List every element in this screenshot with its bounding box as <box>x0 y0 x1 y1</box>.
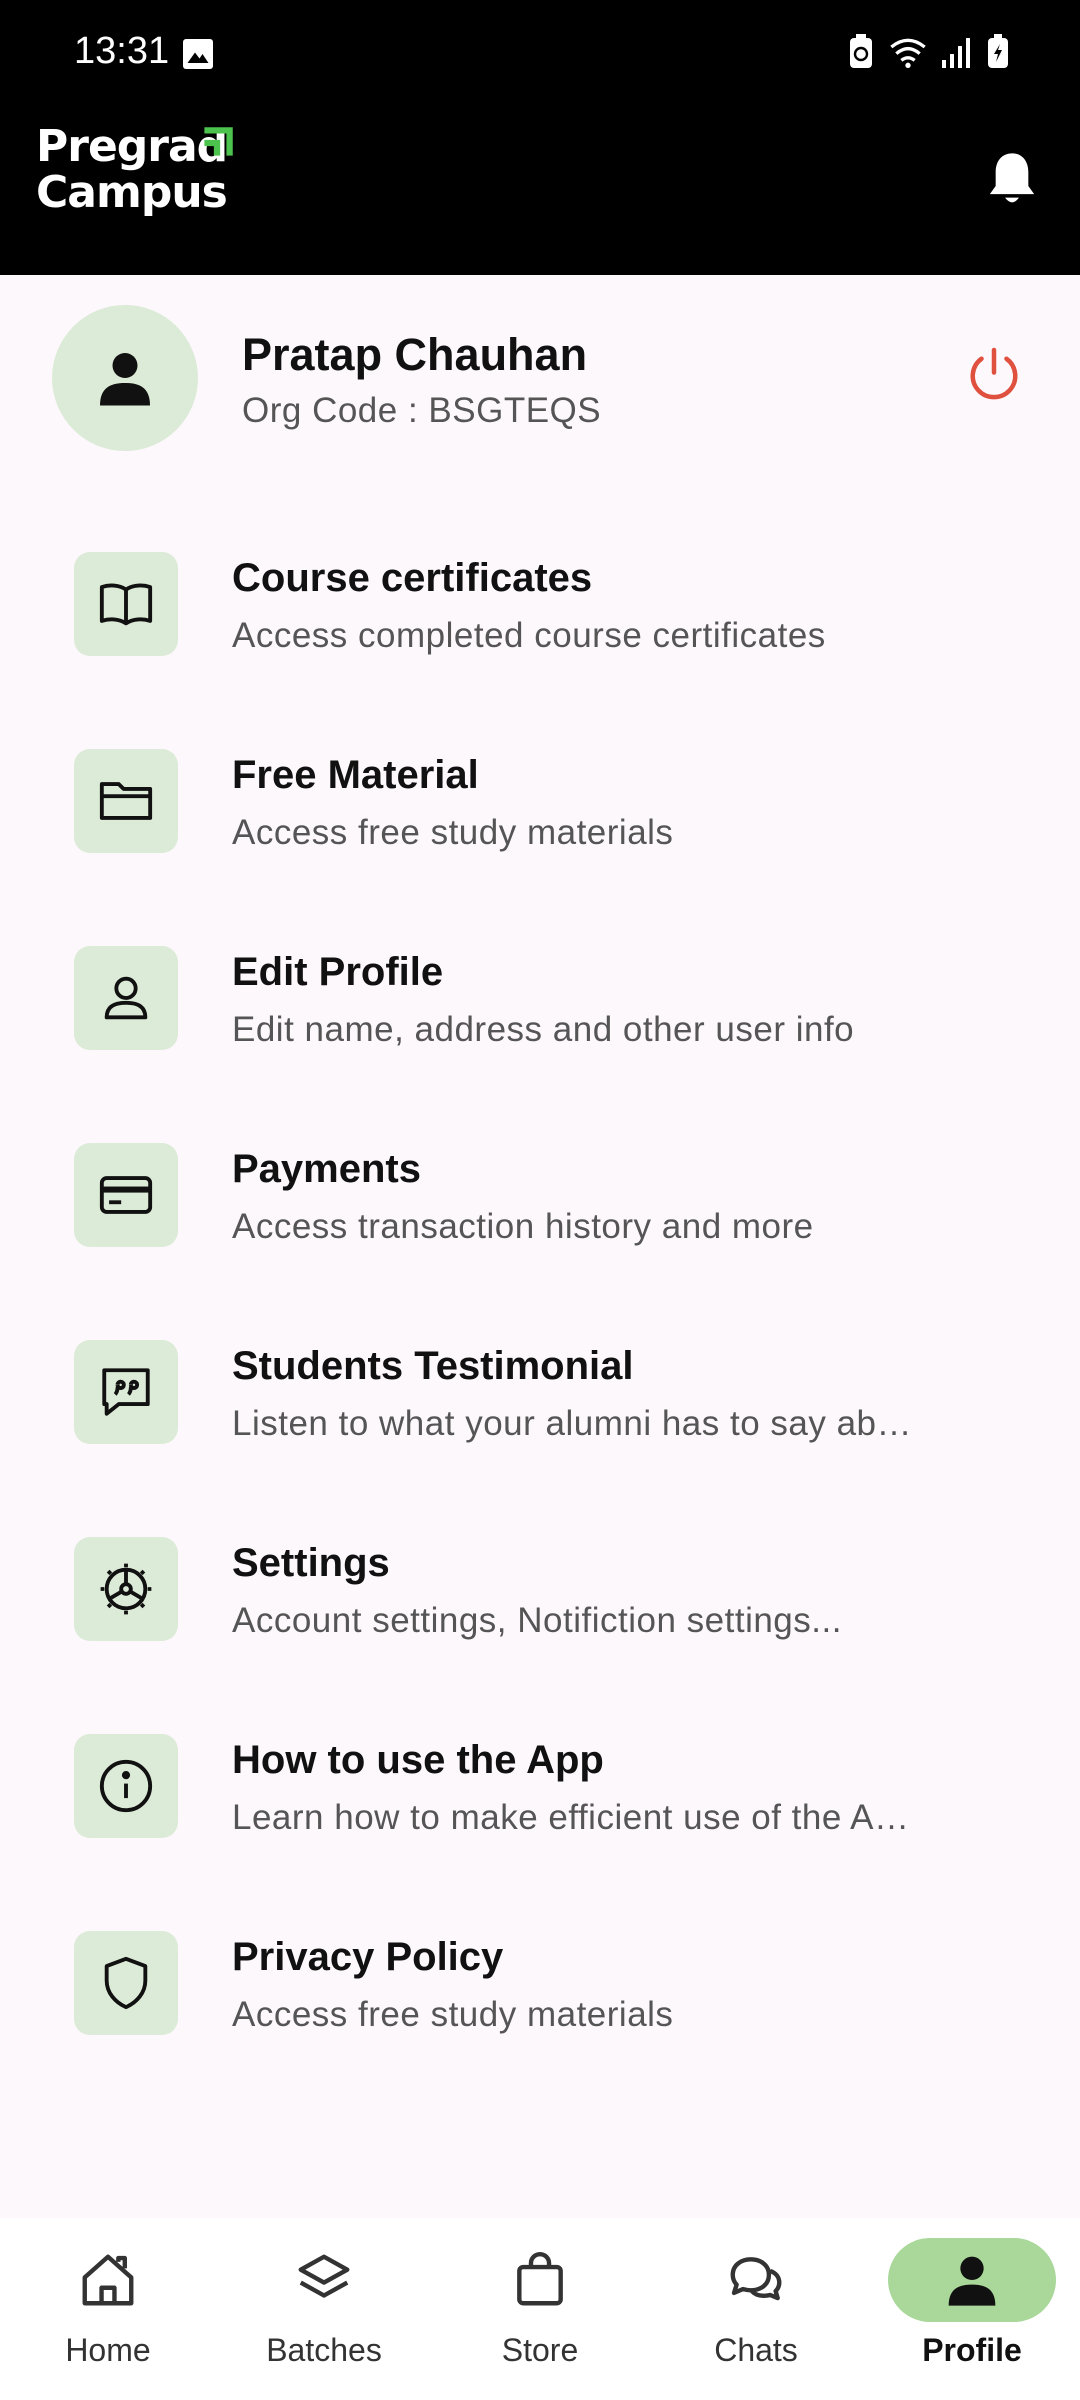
menu-item-subtitle: Access free study materials <box>232 813 674 852</box>
menu-item-subtitle: Access completed course certificates <box>232 616 826 655</box>
chats-icon <box>730 2257 782 2301</box>
logo-line2: Campus <box>36 167 228 218</box>
menu-item-title: How to use the App <box>232 1738 604 1782</box>
menu-item-course-certificates[interactable]: Course certificates Access completed cou… <box>0 520 1080 670</box>
info-icon <box>74 1734 178 1838</box>
folder-icon <box>74 749 178 853</box>
profile-name: Pratap Chauhan <box>242 329 588 380</box>
shield-icon <box>74 1931 178 2035</box>
menu-item-subtitle: Learn how to make efficient use of the A… <box>232 1798 910 1837</box>
menu-item-subtitle: Account settings, Notifiction settings..… <box>232 1601 842 1640</box>
wifi-icon <box>890 38 926 68</box>
nav-label: Batches <box>266 2332 382 2368</box>
avatar[interactable] <box>52 305 198 451</box>
nav-label: Chats <box>714 2332 798 2368</box>
settings-icon <box>74 1537 178 1641</box>
menu-item-title: Free Material <box>232 753 479 797</box>
signal-icon <box>942 38 970 68</box>
nav-store[interactable]: Store <box>432 2218 648 2400</box>
menu-item-title: Privacy Policy <box>232 1935 504 1979</box>
nav-pill <box>672 2238 840 2322</box>
status-time: 13:31 <box>74 30 170 72</box>
battery-charging-icon <box>988 34 1008 68</box>
menu-item-subtitle: Listen to what your alumni has to say ab… <box>232 1404 913 1443</box>
nav-pill <box>456 2238 624 2322</box>
nav-label: Home <box>65 2332 151 2368</box>
logo-arrow-mark <box>204 127 233 156</box>
home-icon <box>82 2254 134 2306</box>
card-icon <box>74 1143 178 1247</box>
menu-item-title: Course certificates <box>232 556 593 600</box>
menu-item-title: Edit Profile <box>232 950 444 994</box>
nav-home[interactable]: Home <box>0 2218 216 2400</box>
gallery-notification-icon <box>183 39 213 69</box>
menu-item-title: Payments <box>232 1147 421 1191</box>
nav-pill <box>240 2238 408 2322</box>
nav-label: Store <box>501 2332 579 2368</box>
bottom-navigation: Home Batches Store Chats Profile <box>0 2218 1080 2400</box>
layers-icon <box>298 2254 350 2298</box>
battery-saver-icon <box>850 34 872 68</box>
person-avatar-icon <box>100 353 150 406</box>
menu-item-title: Students Testimonial <box>232 1344 634 1388</box>
menu-item-title: Settings <box>232 1541 390 1585</box>
menu-item-edit-profile[interactable]: Edit Profile Edit name, address and othe… <box>0 914 1080 1064</box>
pregrad-campus-logo: Pregrad Campus <box>36 124 233 218</box>
nav-batches[interactable]: Batches <box>216 2218 432 2400</box>
profile-icon <box>948 2256 996 2306</box>
bag-icon <box>517 2251 563 2306</box>
menu-item-students-testimonial[interactable]: Students Testimonial Listen to what your… <box>0 1308 1080 1458</box>
menu-item-settings[interactable]: Settings Account settings, Notifiction s… <box>0 1505 1080 1655</box>
nav-label: Profile <box>922 2332 1022 2368</box>
book-icon <box>74 552 178 656</box>
menu-item-subtitle: Access transaction history and more <box>232 1207 814 1246</box>
nav-chats[interactable]: Chats <box>648 2218 864 2400</box>
menu-item-how-to-use[interactable]: How to use the App Learn how to make eff… <box>0 1702 1080 1852</box>
top-app-bar: 13:31 Pregrad Campus <box>0 0 1080 275</box>
quote-chat-icon <box>74 1340 178 1444</box>
menu-item-free-material[interactable]: Free Material Access free study material… <box>0 717 1080 867</box>
menu-item-privacy-policy[interactable]: Privacy Policy Access free study materia… <box>0 1899 1080 2049</box>
nav-pill <box>24 2238 192 2322</box>
logout-power-icon[interactable] <box>964 345 1024 405</box>
menu-item-subtitle: Access free study materials <box>232 1995 674 2034</box>
menu-item-subtitle: Edit name, address and other user info <box>232 1010 855 1049</box>
status-icons <box>848 34 1010 70</box>
nav-pill-active <box>888 2238 1056 2322</box>
notifications-bell-icon[interactable] <box>984 148 1040 210</box>
menu-item-payments[interactable]: Payments Access transaction history and … <box>0 1111 1080 1261</box>
person-icon <box>74 946 178 1050</box>
profile-header: Pratap Chauhan Org Code : BSGTEQS <box>0 275 1080 475</box>
org-code: Org Code : BSGTEQS <box>242 391 602 430</box>
nav-profile[interactable]: Profile <box>864 2218 1080 2400</box>
